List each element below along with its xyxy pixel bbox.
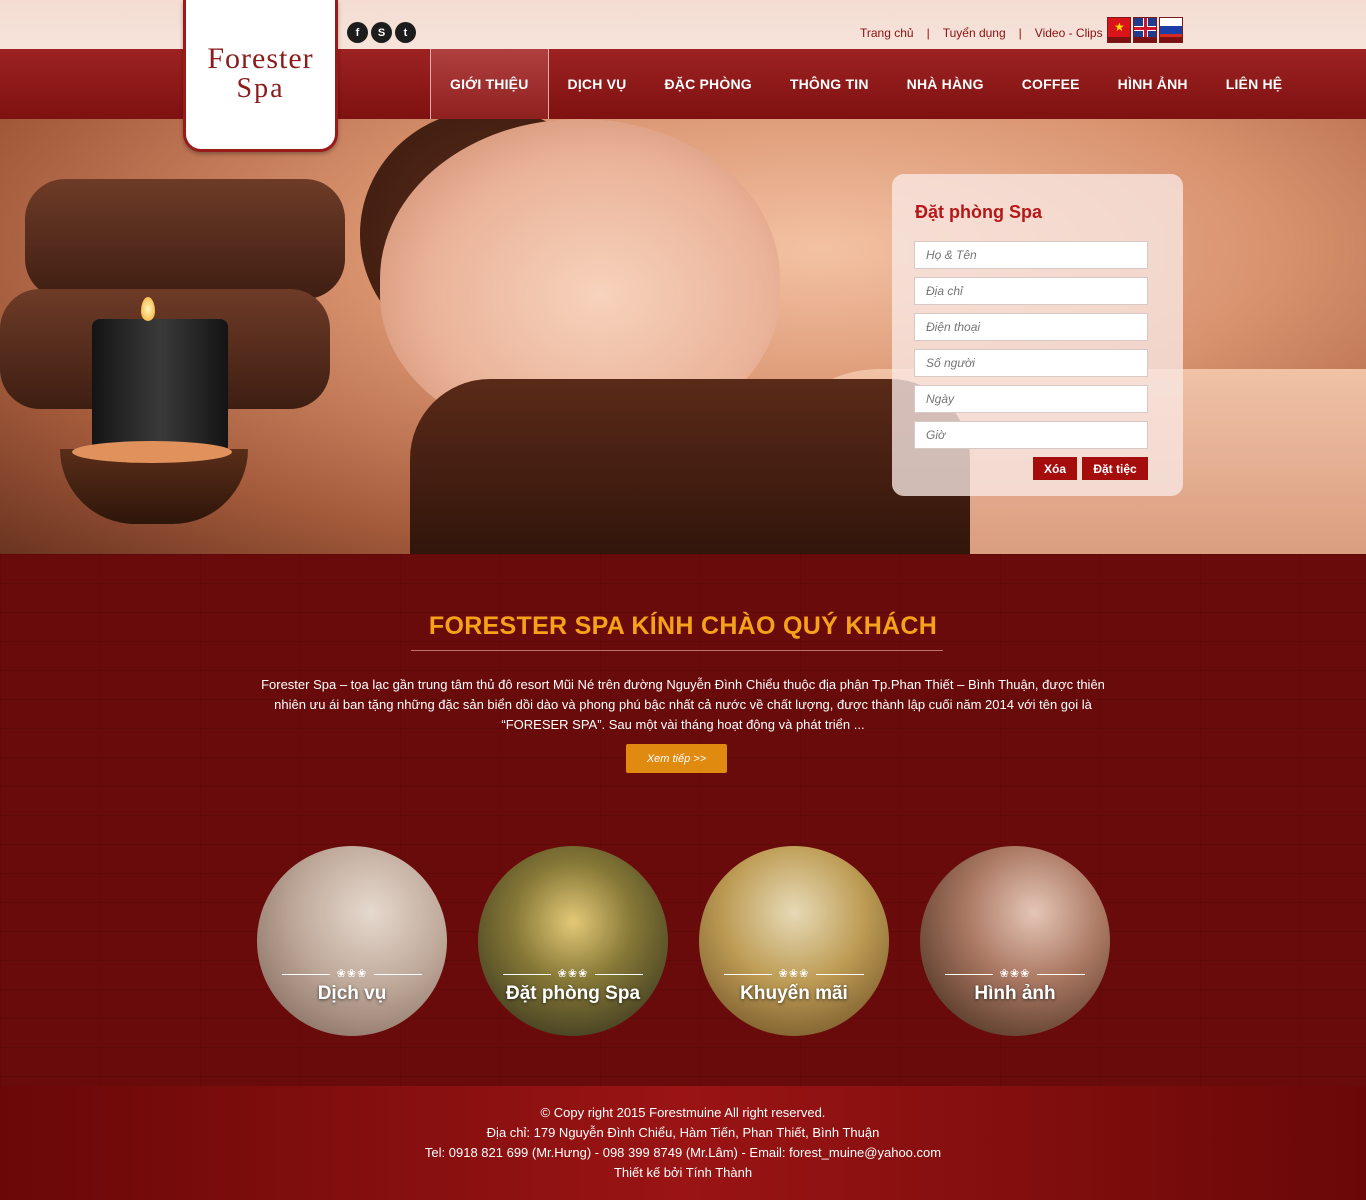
read-more-button[interactable]: Xem tiếp >>: [626, 744, 727, 773]
nav-item-nha-hang[interactable]: NHÀ HÀNG: [888, 49, 1003, 119]
divider: [411, 650, 943, 651]
pillow-towel-image: [410, 379, 970, 554]
footer-contact: Tel: 0918 821 699 (Mr.Hưng) - 098 399 87…: [424, 1145, 942, 1160]
footer-copyright: © Copy right 2015 Forestmuine All right …: [540, 1105, 826, 1120]
ornament-line: [503, 974, 551, 975]
feature-label: Khuyến mãi: [740, 983, 848, 1004]
feature-image: [920, 846, 1110, 1036]
feature-ornament: ❀❀❀: [724, 967, 864, 983]
clear-button[interactable]: Xóa: [1033, 457, 1077, 480]
footer-designer: Thiết kế bởi Tính Thành: [613, 1165, 753, 1180]
ornament-line: [724, 974, 772, 975]
separator: |: [1018, 26, 1022, 40]
booking-form: Đặt phòng Spa Xóa Đặt tiệc: [892, 174, 1183, 496]
flower-icon: ❀❀❀: [336, 968, 368, 980]
ornament-line: [1037, 974, 1085, 975]
language-switcher: ★: [1107, 17, 1183, 43]
name-field[interactable]: [914, 241, 1148, 269]
date-field[interactable]: [914, 385, 1148, 413]
welcome-title: FORESTER SPA KÍNH CHÀO QUÝ KHÁCH: [428, 612, 938, 640]
nav-item-dac-phong[interactable]: ĐẶC PHÒNG: [645, 49, 770, 119]
social-links: f S t: [347, 22, 416, 43]
logo-line-1: Forester: [207, 42, 314, 75]
welcome-section: FORESTER SPA KÍNH CHÀO QUÝ KHÁCH Foreste…: [0, 554, 1366, 1086]
russia-flag-icon[interactable]: [1159, 17, 1183, 43]
feature-image: [699, 846, 889, 1036]
feature-book-spa[interactable]: ❀❀❀ Đặt phòng Spa: [478, 846, 668, 1036]
nav-menu: GIỚI THIỆU DỊCH VỤ ĐẶC PHÒNG THÔNG TIN N…: [430, 49, 1301, 119]
skype-icon[interactable]: S: [371, 22, 392, 43]
feature-gallery[interactable]: ❀❀❀ Hình ảnh: [920, 846, 1110, 1036]
footer-address: Địa chỉ: 179 Nguyễn Đình Chiểu, Hàm Tiến…: [486, 1125, 880, 1140]
flower-icon: ❀❀❀: [557, 968, 589, 980]
vietnam-flag-icon[interactable]: ★: [1107, 17, 1131, 43]
top-link-videos[interactable]: Video - Clips: [1035, 26, 1103, 40]
guests-field[interactable]: [914, 349, 1148, 377]
towel-decoration: [25, 179, 345, 299]
ornament-line: [945, 974, 993, 975]
feature-promotions[interactable]: ❀❀❀ Khuyến mãi: [699, 846, 889, 1036]
nav-item-lien-he[interactable]: LIÊN HỆ: [1207, 49, 1302, 119]
candle-flame: [141, 297, 155, 321]
ornament-line: [816, 974, 864, 975]
address-field[interactable]: [914, 277, 1148, 305]
logo[interactable]: Forester Spa: [183, 0, 338, 152]
flower-icon: ❀❀❀: [778, 968, 810, 980]
ornament-line: [282, 974, 330, 975]
feature-ornament: ❀❀❀: [503, 967, 643, 983]
ornament-line: [595, 974, 643, 975]
top-link-home[interactable]: Trang chủ: [860, 26, 914, 40]
feature-ornament: ❀❀❀: [282, 967, 422, 983]
nav-item-thong-tin[interactable]: THÔNG TIN: [771, 49, 888, 119]
feature-label: Đặt phòng Spa: [505, 983, 641, 1004]
nav-item-dich-vu[interactable]: DỊCH VỤ: [549, 49, 646, 119]
book-button[interactable]: Đặt tiệc: [1082, 457, 1148, 480]
feature-ornament: ❀❀❀: [945, 967, 1085, 983]
separator: |: [926, 26, 930, 40]
candle-image: [92, 319, 228, 454]
logo-line-2: Spa: [236, 73, 285, 104]
feature-image: [257, 846, 447, 1036]
top-link-careers[interactable]: Tuyển dụng: [943, 26, 1006, 40]
welcome-text: Forester Spa – tọa lạc gần trung tâm thủ…: [261, 677, 1105, 732]
nav-item-coffee[interactable]: COFFEE: [1003, 49, 1099, 119]
twitter-icon[interactable]: t: [395, 22, 416, 43]
flower-icon: ❀❀❀: [999, 968, 1031, 980]
english-flag-icon[interactable]: [1133, 17, 1157, 43]
nav-item-gioi-thieu[interactable]: GIỚI THIỆU: [430, 49, 549, 119]
top-links: Trang chủ | Tuyển dụng | Video - Clips: [860, 26, 1103, 40]
ornament-line: [374, 974, 422, 975]
facebook-icon[interactable]: f: [347, 22, 368, 43]
nav-item-hinh-anh[interactable]: HÌNH ẢNH: [1099, 49, 1207, 119]
feature-services[interactable]: ❀❀❀ Dịch vụ: [257, 846, 447, 1036]
phone-field[interactable]: [914, 313, 1148, 341]
footer: © Copy right 2015 Forestmuine All right …: [0, 1086, 1366, 1200]
hero-banner: Đặt phòng Spa Xóa Đặt tiệc: [0, 119, 1366, 554]
salt-decoration: [72, 441, 232, 463]
booking-title: Đặt phòng Spa: [915, 202, 1042, 222]
time-field[interactable]: [914, 421, 1148, 449]
feature-label: Hình ảnh: [974, 983, 1056, 1004]
feature-label: Dịch vụ: [317, 983, 387, 1004]
feature-image: [478, 846, 668, 1036]
